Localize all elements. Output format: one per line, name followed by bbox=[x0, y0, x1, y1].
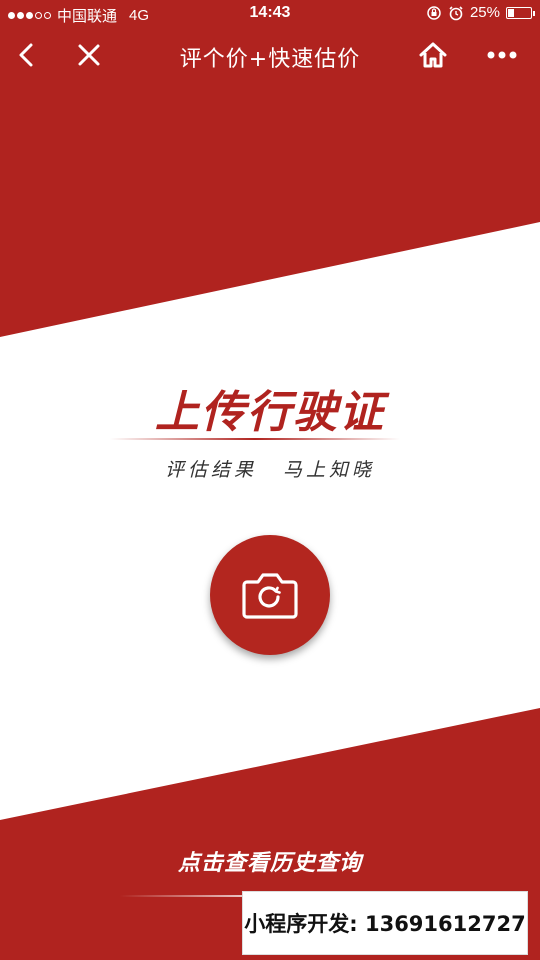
subtitle-left: 评估结果 bbox=[164, 459, 257, 481]
page-title: 评个价+快速估价 bbox=[179, 47, 361, 72]
nav-bar: 评个价+快速估价 bbox=[0, 28, 540, 82]
home-button[interactable] bbox=[414, 36, 452, 74]
camera-icon bbox=[242, 573, 298, 619]
more-button[interactable] bbox=[483, 36, 521, 74]
promo-badge: 小程序开发: 13691612727 bbox=[242, 891, 528, 955]
more-dots-icon bbox=[487, 51, 517, 59]
camera-upload-button[interactable] bbox=[210, 535, 330, 655]
status-bar: 中国联通 4G 14:43 25% bbox=[0, 0, 540, 28]
headline-divider bbox=[110, 438, 400, 440]
subtitle-right: 马上知晓 bbox=[283, 459, 376, 481]
view-history-link[interactable]: 点击查看历史查询 bbox=[0, 845, 540, 877]
home-icon bbox=[419, 42, 447, 68]
battery-fill bbox=[508, 8, 514, 17]
alarm-icon bbox=[449, 5, 463, 20]
status-right: 25% bbox=[426, 4, 535, 21]
battery-icon bbox=[506, 6, 535, 19]
headline-subtitle: 评估结果 马上知晓 bbox=[0, 455, 540, 482]
upload-license-headline: 上传行驶证 bbox=[155, 387, 385, 438]
rotation-lock-icon bbox=[427, 5, 441, 20]
battery-percent: 25% bbox=[469, 4, 500, 21]
